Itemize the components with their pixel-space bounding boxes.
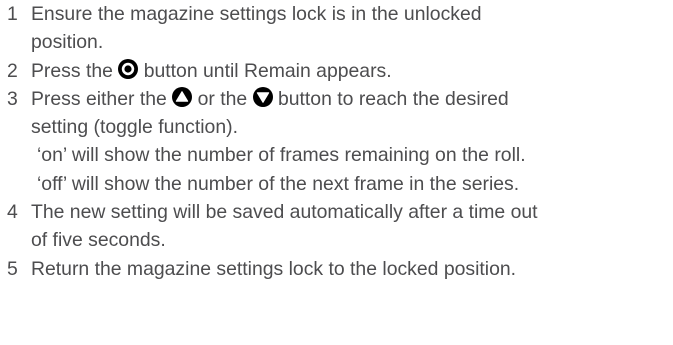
down-arrow-button-icon bbox=[252, 86, 273, 107]
step-text-after-icon: button to reach the desired bbox=[277, 87, 509, 110]
step-4: 4 The new setting will be saved automati… bbox=[0, 198, 673, 255]
select-button-icon bbox=[118, 58, 139, 79]
step-text-continued: setting (toggle function). bbox=[31, 116, 238, 139]
step-text-continued: of five seconds. bbox=[31, 229, 166, 252]
note-on-setting: ‘on’ will show the number of frames rema… bbox=[37, 144, 526, 167]
note-off-setting: ‘off’ will show the number of the next f… bbox=[37, 172, 520, 195]
step-number: 2 bbox=[7, 59, 18, 82]
step-5: 5 Return the magazine settings lock to t… bbox=[0, 255, 673, 283]
step-1: 1 Ensure the magazine settings lock is i… bbox=[0, 0, 673, 57]
up-arrow-button-icon bbox=[172, 86, 193, 107]
step-number: 3 bbox=[7, 87, 18, 110]
step-text: Return the magazine settings lock to the… bbox=[31, 257, 517, 280]
step-text-before-icon: Press the bbox=[31, 59, 113, 82]
step-text: Press the button until Remain appears. bbox=[31, 57, 673, 85]
step-3: 3 Press either the or the button to reac… bbox=[0, 85, 673, 198]
step-text: Ensure the magazine settings lock is in … bbox=[31, 3, 482, 25]
step-number: 1 bbox=[7, 3, 18, 25]
step-text-between-icons: or the bbox=[197, 87, 248, 110]
step-text: The new setting will be saved automatica… bbox=[31, 201, 538, 224]
step-text: Press either the or the button to reach … bbox=[31, 85, 673, 113]
step-number: 5 bbox=[7, 257, 18, 280]
step-number: 4 bbox=[7, 201, 18, 224]
step-text-continued: position. bbox=[31, 31, 104, 54]
step-text-before-icon: Press either the bbox=[31, 87, 167, 110]
step-2: 2 Press the button until Remain appears. bbox=[0, 57, 673, 85]
step-text-after-icon: button until Remain appears. bbox=[143, 59, 392, 82]
instruction-steps-list: 1 Ensure the magazine settings lock is i… bbox=[0, 0, 673, 283]
